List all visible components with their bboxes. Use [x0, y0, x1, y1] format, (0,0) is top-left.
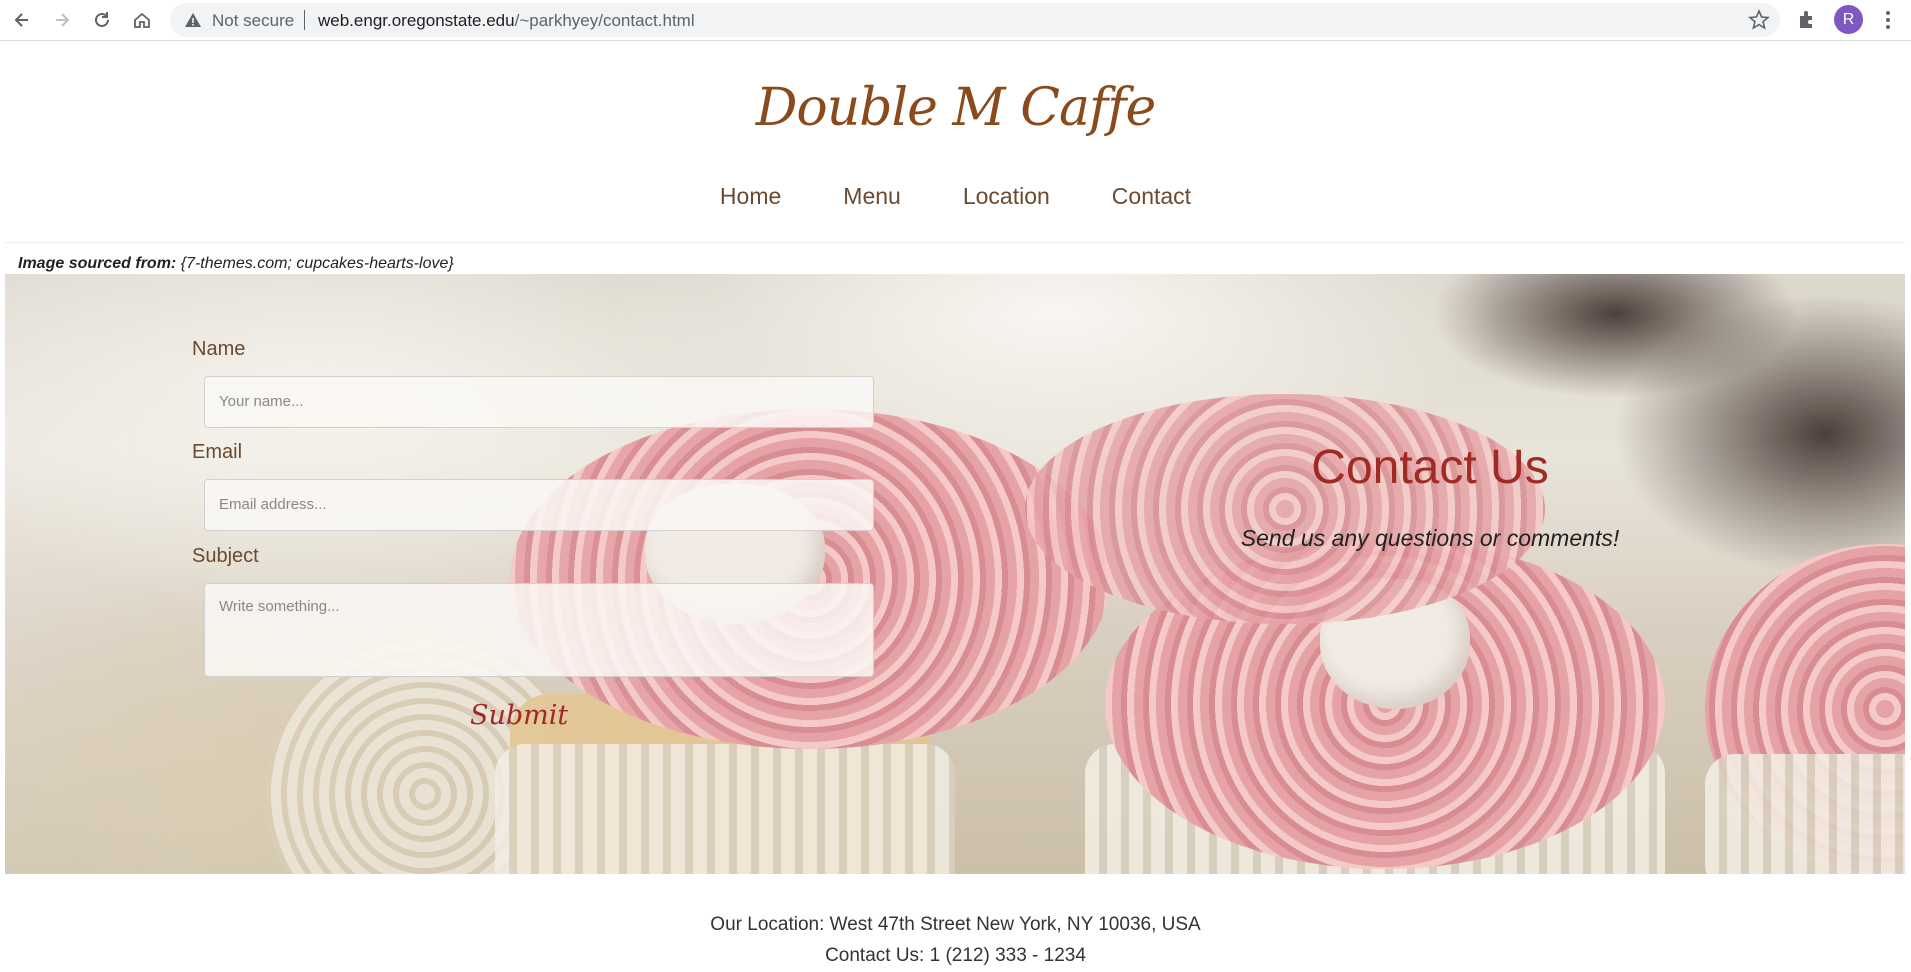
- hero-background-image: [5, 274, 1905, 874]
- nav-link-contact[interactable]: Contact: [1081, 183, 1222, 210]
- subject-textarea[interactable]: Write something...: [204, 583, 874, 677]
- nav-link-location[interactable]: Location: [932, 183, 1081, 210]
- name-input[interactable]: Your name...: [204, 376, 874, 428]
- forward-arrow-icon[interactable]: [46, 4, 78, 36]
- name-label: Name: [192, 338, 246, 360]
- browser-toolbar: Not secure web.engr.oregonstate.edu/~par…: [0, 0, 1911, 41]
- image-credit-source: {7-themes.com; cupcakes-hearts-love}: [180, 255, 454, 272]
- reload-icon[interactable]: [86, 4, 118, 36]
- subject-label: Subject: [192, 545, 259, 567]
- profile-avatar[interactable]: R: [1834, 5, 1863, 34]
- main-nav: Home Menu Location Contact: [0, 183, 1911, 210]
- image-credit: Image sourced from: {7-themes.com; cupca…: [18, 255, 454, 273]
- nav-link-menu[interactable]: Menu: [812, 183, 932, 210]
- kebab-menu-icon[interactable]: [1876, 6, 1900, 34]
- contact-heading: Contact Us: [1311, 441, 1549, 494]
- url-text[interactable]: web.engr.oregonstate.edu/~parkhyey/conta…: [318, 11, 695, 31]
- back-arrow-icon[interactable]: [6, 4, 38, 36]
- address-bar[interactable]: Not secure web.engr.oregonstate.edu/~par…: [170, 3, 1780, 37]
- contact-subheading: Send us any questions or comments!: [1240, 525, 1620, 551]
- submit-button[interactable]: Submit: [470, 700, 568, 740]
- security-label[interactable]: Not secure: [212, 11, 294, 31]
- omnibox-divider: [304, 10, 305, 30]
- header-divider: [5, 242, 1906, 243]
- email-label: Email: [192, 441, 243, 463]
- extensions-icon[interactable]: [1796, 8, 1818, 30]
- footer-location: Our Location: West 47th Street New York,…: [710, 914, 1201, 935]
- warning-icon[interactable]: [184, 11, 202, 29]
- url-path: /~parkhyey/contact.html: [514, 11, 695, 30]
- nav-link-home[interactable]: Home: [689, 183, 812, 210]
- footer-phone: Contact Us: 1 (212) 333 - 1234: [825, 945, 1086, 966]
- site-title: Double M Caffe: [755, 78, 1157, 138]
- home-icon[interactable]: [126, 4, 158, 36]
- image-credit-label: Image sourced from:: [18, 255, 177, 272]
- email-input[interactable]: Email address...: [204, 479, 874, 531]
- star-icon[interactable]: [1748, 9, 1770, 31]
- url-host: web.engr.oregonstate.edu: [318, 11, 515, 30]
